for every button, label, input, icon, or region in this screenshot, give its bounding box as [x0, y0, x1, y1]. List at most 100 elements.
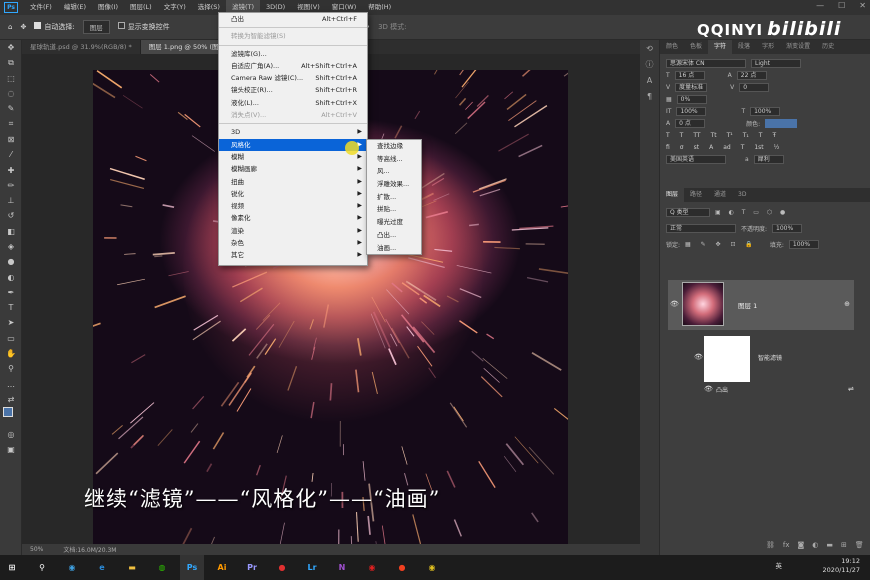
premiere-taskbar-icon[interactable]: Pr	[240, 555, 264, 580]
tab-glyphs[interactable]: 字形	[756, 40, 780, 54]
quick-mask-icon[interactable]: ◎	[0, 426, 22, 441]
layer-style-icon[interactable]: fx	[783, 541, 790, 549]
default-colors-icon[interactable]: ⇄	[0, 392, 22, 407]
auto-select-checkbox[interactable]: 自动选择:	[34, 22, 75, 32]
language-select[interactable]: 美国英语	[666, 154, 726, 164]
tab-document-1[interactable]: 星球轨道.psd @ 31.9%(RGB/8) *	[22, 40, 141, 54]
onenote-icon[interactable]: N	[330, 555, 354, 580]
new-group-icon[interactable]: ▬	[826, 541, 833, 549]
eraser-tool-icon[interactable]: ◧	[0, 224, 22, 239]
frame-tool-icon[interactable]: ⊠	[0, 132, 22, 147]
lasso-tool-icon[interactable]: ◌	[0, 86, 22, 101]
faux-italic-icon[interactable]: T	[680, 132, 684, 139]
menu-item-filter-gallery[interactable]: 滤镜库(G)...	[219, 48, 367, 60]
menu-item-extrude-last[interactable]: 凸出 Alt+Ctrl+F	[219, 13, 367, 25]
photoshop-taskbar-icon[interactable]: Ps	[180, 555, 204, 580]
swash-icon[interactable]: st	[694, 144, 699, 151]
text-color-swatch[interactable]	[765, 118, 798, 128]
adjustment-layer-icon[interactable]: ◐	[812, 541, 818, 549]
subscript-icon[interactable]: T₁	[743, 132, 749, 139]
delete-layer-icon[interactable]: 🗑	[855, 541, 864, 549]
tracking-field[interactable]: 0	[739, 82, 770, 92]
tab-gradient[interactable]: 渐变设置	[780, 40, 816, 54]
opacity-field[interactable]: 100%	[772, 223, 803, 233]
screen-mode-icon[interactable]: ▣	[0, 442, 22, 457]
illustrator-taskbar-icon[interactable]: Ai	[210, 555, 234, 580]
eyedropper-tool-icon[interactable]: ⁄	[0, 147, 22, 162]
rectangle-tool-icon[interactable]: ▭	[0, 331, 22, 346]
close-icon[interactable]: ✕	[859, 1, 866, 10]
layer-select[interactable]: 图层	[82, 20, 110, 34]
type-tool-icon[interactable]: T	[0, 300, 22, 315]
menu-type[interactable]: 文字(Y)	[158, 0, 192, 15]
smart-filter-mask-thumbnail[interactable]	[704, 336, 750, 382]
pen-tool-icon[interactable]: ✒	[0, 285, 22, 300]
tab-character[interactable]: 字符	[708, 40, 733, 54]
tab-history[interactable]: 历史	[816, 40, 840, 54]
all-caps-icon[interactable]: TT	[693, 132, 700, 139]
submenu-item-oil-paint[interactable]: 油画...	[367, 242, 421, 255]
tab-swatches[interactable]: 色板	[684, 40, 708, 54]
submenu-item-solarize[interactable]: 曝光过度	[367, 216, 421, 229]
submenu-item-contour[interactable]: 等高线...	[367, 153, 421, 166]
hand-tool-icon[interactable]: ✋	[0, 346, 22, 361]
ordinals-icon[interactable]: T	[741, 144, 745, 151]
blend-mode-select[interactable]: 正常	[666, 223, 736, 233]
submenu-item-diffuse[interactable]: 扩散...	[367, 191, 421, 204]
layer-kind-filter[interactable]: Q 类型	[666, 207, 710, 217]
menu-layer[interactable]: 图层(L)	[124, 0, 158, 15]
path-select-tool-icon[interactable]: ➤	[0, 315, 22, 330]
kerning-field[interactable]: 度量标准	[675, 82, 708, 92]
quick-select-tool-icon[interactable]: ✎	[0, 101, 22, 116]
tab-paths[interactable]: 路径	[684, 188, 708, 202]
leading-field[interactable]: 22 点	[736, 70, 767, 80]
tab-paragraph[interactable]: 段落	[732, 40, 756, 54]
zoom-tool-icon[interactable]: ⚲	[0, 361, 22, 376]
tab-3d[interactable]: 3D	[732, 188, 752, 202]
dodge-tool-icon[interactable]: ◐	[0, 269, 22, 284]
visibility-eye-icon[interactable]: 👁	[704, 385, 713, 393]
character-panel-icon[interactable]: A	[640, 72, 659, 88]
layer-row-selected[interactable]: 👁 图层 1 ⊕	[668, 280, 854, 330]
ime-indicator[interactable]: 英	[776, 562, 783, 571]
alternates-icon[interactable]: A	[709, 144, 713, 151]
menu-item-adaptive-wide-angle[interactable]: 自适应广角(A)... Alt+Shift+Ctrl+A	[219, 60, 367, 72]
menu-item-lens-correction[interactable]: 镜头校正(R)... Shift+Ctrl+R	[219, 84, 367, 96]
color-swatches[interactable]	[0, 406, 22, 422]
history-icon[interactable]: ⟲	[640, 40, 659, 56]
wechat-icon[interactable]: ◍	[150, 555, 174, 580]
app-icon[interactable]: ◉	[420, 555, 444, 580]
font-size-field[interactable]: 16 点	[674, 70, 705, 80]
vertical-scale-field[interactable]: 100%	[676, 106, 707, 116]
minimize-icon[interactable]: —	[816, 1, 824, 10]
menu-item-pixelate[interactable]: 像素化 ▶	[219, 212, 367, 224]
fractions-icon[interactable]: 1st	[754, 144, 763, 151]
system-tray[interactable]: 英 19:12 2020/11/27	[776, 557, 861, 575]
menu-image[interactable]: 图像(I)	[92, 0, 124, 15]
old-style-icon[interactable]: σ	[680, 144, 684, 151]
layer-name[interactable]: 图层 1	[738, 300, 757, 310]
crop-tool-icon[interactable]: ⌗	[0, 116, 22, 131]
app-icon[interactable]: ●	[390, 555, 414, 580]
menu-item-distort[interactable]: 扭曲 ▶	[219, 176, 367, 188]
menu-edit[interactable]: 编辑(E)	[58, 0, 92, 15]
submenu-item-emboss[interactable]: 浮雕效果...	[367, 178, 421, 191]
submenu-item-extrude[interactable]: 凸出...	[367, 229, 421, 242]
filter-icons[interactable]: ▣ ◐ T ▭ ⬡ ●	[715, 209, 788, 216]
half-icon[interactable]: ½	[774, 144, 780, 151]
maximize-icon[interactable]: ☐	[838, 1, 845, 10]
filter-options-icon[interactable]: ⇌	[848, 385, 854, 393]
move-tool-icon[interactable]: ✥	[0, 40, 22, 55]
menu-item-video[interactable]: 视频 ▶	[219, 200, 367, 212]
blur-tool-icon[interactable]: ●	[0, 254, 22, 269]
ligature-icon[interactable]: fi	[666, 144, 670, 151]
ie-browser-icon[interactable]: e	[90, 555, 114, 580]
move-tool-icon[interactable]: ✥	[20, 23, 26, 31]
tab-color[interactable]: 颜色	[660, 40, 684, 54]
submenu-item-find-edges[interactable]: 查找边缘	[367, 140, 421, 153]
fill-field[interactable]: 100%	[788, 239, 819, 249]
brush-tool-icon[interactable]: ✏	[0, 178, 22, 193]
font-style-select[interactable]: Light	[751, 58, 801, 68]
menu-item-sharpen[interactable]: 锐化 ▶	[219, 188, 367, 200]
menu-item-3d[interactable]: 3D ▶	[219, 126, 367, 138]
